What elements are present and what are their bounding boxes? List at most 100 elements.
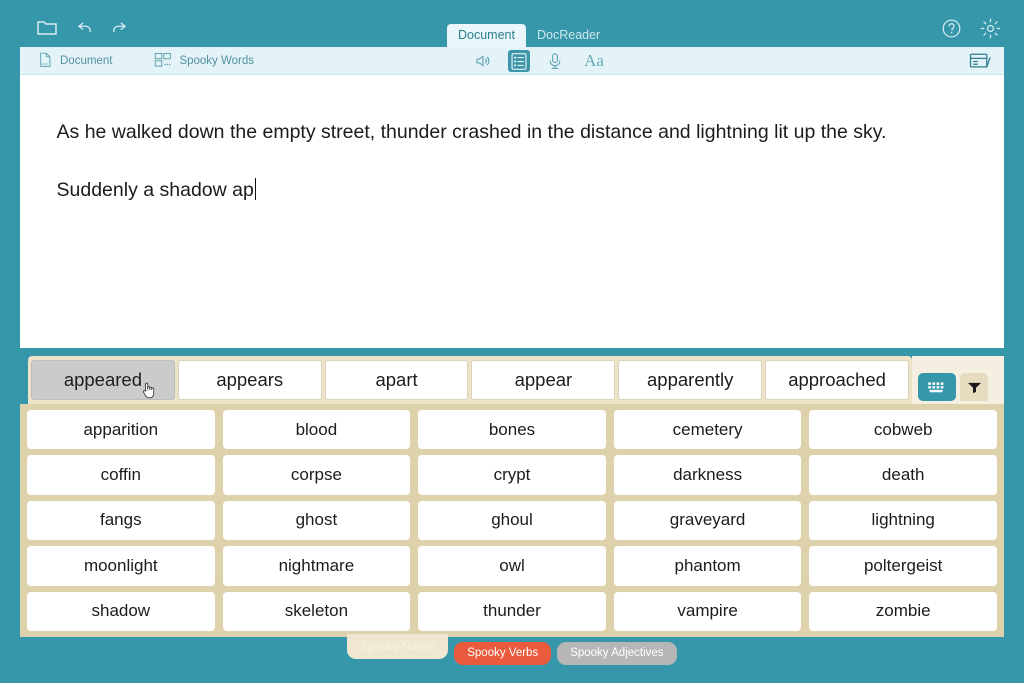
word-cell[interactable]: owl [418, 546, 606, 585]
word-cell[interactable]: skeleton [223, 592, 411, 631]
word-label: fangs [100, 510, 142, 530]
toolbar-left-group: Document Spooky Words [38, 47, 254, 75]
word-cell[interactable]: blood [223, 410, 411, 449]
document-line-1: As he walked down the empty street, thun… [57, 121, 887, 143]
word-cell[interactable]: thunder [418, 592, 606, 631]
word-label: lightning [872, 510, 935, 530]
prediction-word-2[interactable]: appears [178, 360, 322, 400]
secondary-toolbar: Document Spooky Words [20, 47, 1004, 75]
prediction-word-5[interactable]: apparently [618, 360, 762, 400]
document-editor[interactable]: As he walked down the empty street, thun… [20, 75, 1004, 348]
toolbar-center-group: Aa [472, 47, 608, 75]
word-cell[interactable]: death [809, 455, 997, 494]
prediction-word-3[interactable]: apart [325, 360, 469, 400]
microphone-icon[interactable] [544, 50, 566, 72]
edit-form-icon[interactable] [968, 50, 992, 72]
word-label: zombie [876, 601, 931, 621]
toolbar-item-spooky-words[interactable]: Spooky Words [154, 52, 254, 71]
word-label: coffin [101, 465, 141, 485]
undo-icon[interactable] [76, 18, 94, 36]
font-size-icon[interactable]: Aa [580, 50, 608, 72]
word-cell[interactable]: moonlight [27, 546, 215, 585]
redo-icon[interactable] [110, 18, 128, 36]
word-label: owl [499, 556, 525, 576]
category-tab-spooky-adjectives[interactable]: Spooky Adjectives [557, 642, 676, 665]
prediction-word-4[interactable]: appear [471, 360, 615, 400]
word-label: moonlight [84, 556, 158, 576]
word-cell[interactable]: poltergeist [809, 546, 997, 585]
pointing-hand-cursor [140, 381, 156, 399]
prediction-bar-controls [912, 356, 1004, 404]
word-label: ghost [296, 510, 338, 530]
document-text-content[interactable]: As he walked down the empty street, thun… [20, 85, 1004, 234]
font-size-label: Aa [584, 51, 604, 71]
word-cell[interactable]: nightmare [223, 546, 411, 585]
folder-icon[interactable] [34, 14, 60, 40]
word-label: graveyard [670, 510, 746, 530]
keyboard-icon[interactable] [918, 373, 956, 401]
document-line-2: Suddenly a shadow ap [57, 179, 254, 201]
category-tab-spooky-verbs[interactable]: Spooky Verbs [454, 642, 551, 665]
word-label: corpse [291, 465, 342, 485]
document-tabs: Document DocReader [447, 24, 611, 47]
word-label: shadow [91, 601, 150, 621]
word-cell[interactable]: vampire [614, 592, 802, 631]
list-icon[interactable] [508, 50, 530, 72]
word-cell[interactable]: coffin [27, 455, 215, 494]
word-label: skeleton [285, 601, 348, 621]
word-label: poltergeist [864, 556, 942, 576]
gear-icon[interactable] [979, 17, 1002, 40]
word-label: blood [296, 420, 338, 440]
word-cell[interactable]: zombie [809, 592, 997, 631]
word-cell[interactable]: corpse [223, 455, 411, 494]
word-cell[interactable]: crypt [418, 455, 606, 494]
collapse-down-icon[interactable] [960, 373, 988, 401]
document-icon [38, 52, 53, 71]
prediction-word-6[interactable]: approached [765, 360, 909, 400]
word-grid: apparition blood bones cemetery cobweb c… [27, 410, 997, 631]
tab-document[interactable]: Document [447, 24, 526, 47]
prediction-word-5-label: apparently [647, 369, 733, 391]
word-cell[interactable]: phantom [614, 546, 802, 585]
word-cell[interactable]: ghoul [418, 501, 606, 540]
word-label: crypt [494, 465, 531, 485]
word-label: cobweb [874, 420, 933, 440]
word-cell[interactable]: graveyard [614, 501, 802, 540]
prediction-word-1-label: appeared [64, 369, 142, 391]
prediction-word-2-label: appears [216, 369, 283, 391]
word-cell[interactable]: darkness [614, 455, 802, 494]
word-cell[interactable]: cemetery [614, 410, 802, 449]
title-bar-right-controls [940, 17, 1002, 40]
word-label: bones [489, 420, 535, 440]
help-icon[interactable] [940, 18, 962, 40]
toolbar-item-spooky-words-label: Spooky Words [179, 55, 254, 67]
word-cell[interactable]: apparition [27, 410, 215, 449]
word-cell[interactable]: shadow [27, 592, 215, 631]
text-caret [255, 178, 257, 200]
word-cell[interactable]: lightning [809, 501, 997, 540]
word-label: darkness [673, 465, 742, 485]
word-cell[interactable]: ghost [223, 501, 411, 540]
word-label: cemetery [673, 420, 743, 440]
word-label: thunder [483, 601, 541, 621]
word-cell[interactable]: cobweb [809, 410, 997, 449]
toolbar-item-document[interactable]: Document [38, 52, 112, 71]
word-label: vampire [677, 601, 737, 621]
prediction-word-6-label: approached [788, 369, 886, 391]
title-bar: Document DocReader [0, 0, 1024, 47]
word-label: apparition [83, 420, 158, 440]
word-prediction-bar: appeared appears apart appear apparently… [28, 356, 912, 404]
title-bar-left-controls [34, 14, 128, 40]
word-cell[interactable]: fangs [27, 501, 215, 540]
toolbar-item-document-label: Document [60, 55, 112, 67]
tab-docreader[interactable]: DocReader [526, 24, 611, 47]
speaker-icon[interactable] [472, 50, 494, 72]
app-frame: Document DocReader [0, 0, 1024, 683]
category-tab-spooky-nouns[interactable]: Spooky Nouns [347, 634, 448, 659]
grid-icon [154, 52, 172, 71]
word-label: death [882, 465, 925, 485]
prediction-word-3-label: apart [375, 369, 417, 391]
prediction-word-1[interactable]: appeared [31, 360, 175, 400]
word-cell[interactable]: bones [418, 410, 606, 449]
prediction-word-4-label: appear [515, 369, 573, 391]
